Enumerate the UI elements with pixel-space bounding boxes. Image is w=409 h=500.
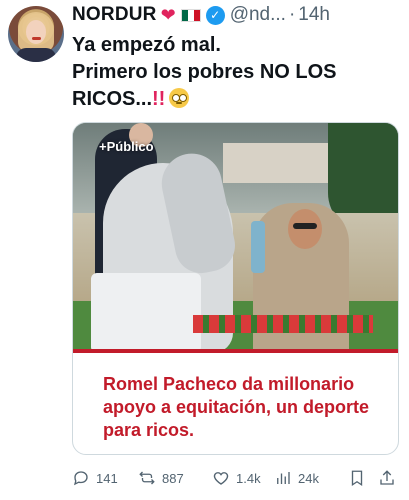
like-button[interactable]: 1.4k	[212, 469, 261, 487]
reply-count: 141	[96, 470, 118, 486]
avatar-lips	[32, 37, 41, 40]
double-exclamation-icon: !!	[152, 88, 166, 110]
like-count: 1.4k	[236, 470, 261, 486]
tweet-line-3: RICOS...!!	[72, 86, 402, 113]
card-accent-bar	[73, 349, 398, 353]
card-headline[interactable]: Romel Pacheco da millonario apoyo a equi…	[103, 373, 393, 442]
avatar[interactable]	[8, 6, 64, 62]
publico-watermark: +Público	[99, 139, 154, 154]
horse-blanket	[91, 273, 201, 353]
repost-button[interactable]: 887	[138, 469, 184, 487]
tweet-line-1: Ya empezó mal.	[72, 34, 221, 56]
separator-dot: ·	[288, 4, 296, 25]
avatar-shirt	[16, 48, 56, 62]
bookmark-icon	[351, 470, 363, 487]
tweet-text: Ya empezó mal. Primero los pobres NO LOS…	[72, 32, 402, 113]
tweet-actions: 141 887 1.4k 24k	[72, 466, 402, 490]
tweet-line-2: Primero los pobres NO LOS	[72, 61, 337, 83]
views-button[interactable]: 24k	[274, 469, 319, 487]
tweet-line-3-text: RICOS...	[72, 88, 153, 110]
mexico-flag-icon	[180, 8, 201, 22]
link-card[interactable]: +Público Romel Pacheco da millonario apo…	[72, 122, 399, 455]
share-icon	[380, 470, 394, 485]
rolling-eyes-icon	[169, 88, 190, 108]
man-head	[288, 209, 322, 249]
tweet-timestamp[interactable]: 14h	[298, 4, 330, 26]
views-count: 24k	[298, 470, 319, 486]
repost-icon	[139, 471, 155, 485]
reply-icon	[73, 471, 88, 486]
author-name[interactable]: NORDUR	[72, 4, 157, 26]
views-chart-icon	[277, 472, 290, 484]
avatar-face	[26, 20, 46, 44]
trophy-object	[251, 221, 265, 273]
flower-bed	[193, 315, 373, 333]
bookmark-button[interactable]	[348, 469, 372, 487]
reply-button[interactable]: 141	[72, 469, 118, 487]
repost-count: 887	[162, 470, 184, 486]
verified-badge-icon[interactable]: ✓	[205, 5, 225, 25]
tweet-header: NORDUR ❤ ✓ @nd... · 14h	[72, 2, 402, 28]
card-photo[interactable]: +Público	[73, 123, 398, 353]
man-sunglasses	[293, 223, 317, 229]
heart-icon	[213, 472, 229, 485]
share-button[interactable]	[378, 469, 402, 487]
heart-emoji-icon: ❤	[160, 4, 176, 25]
author-handle[interactable]: @nd...	[230, 4, 286, 26]
